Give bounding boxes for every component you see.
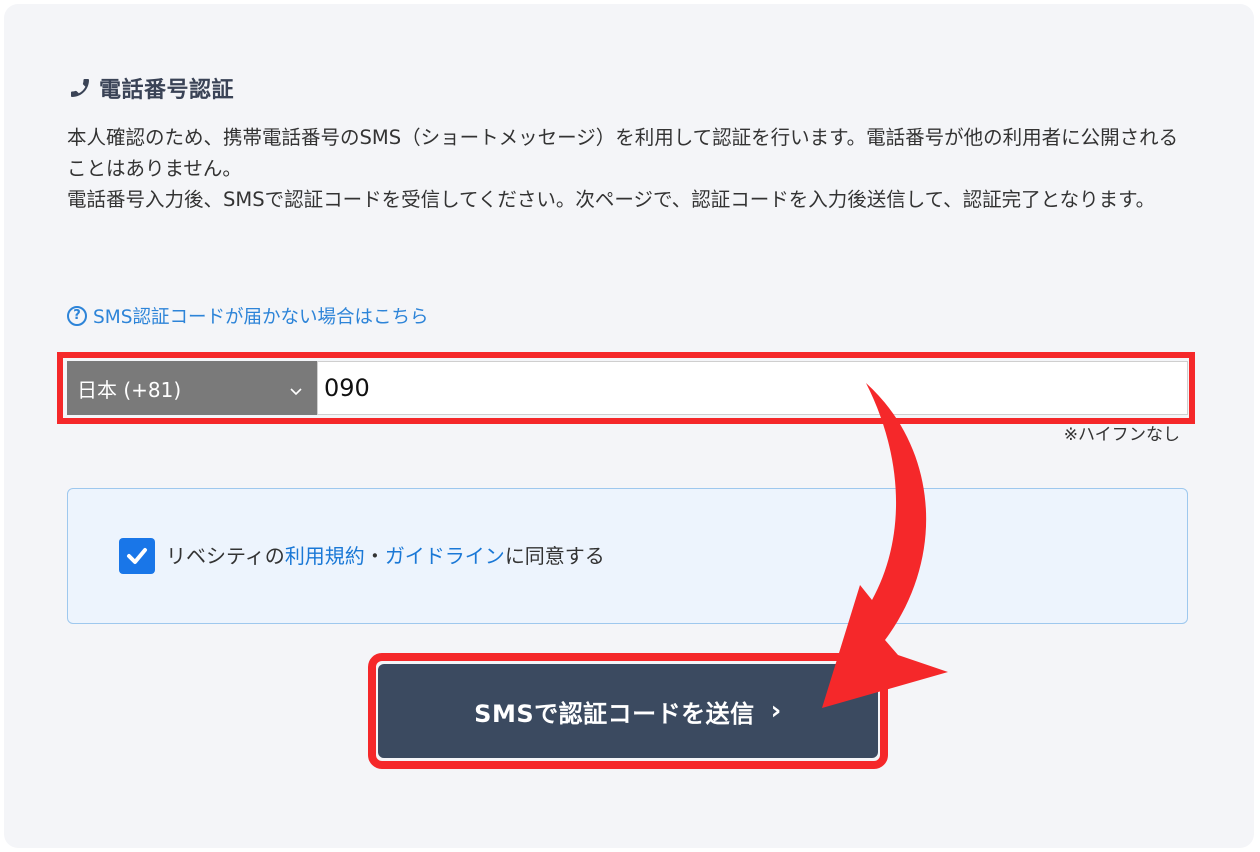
description: 本人確認のため、携帯電話番号のSMS（ショートメッセージ）を利用して認証を行いま… [67, 122, 1197, 215]
agreement-suffix: に同意する [504, 544, 605, 568]
checkmark-icon [127, 548, 147, 564]
description-line-1: 本人確認のため、携帯電話番号のSMS（ショートメッセージ）を利用して認証を行いま… [67, 126, 1179, 180]
terms-link[interactable]: 利用規約 [285, 544, 365, 568]
country-code-value: 日本 (+81) [77, 377, 182, 402]
send-sms-code-button[interactable]: SMSで認証コードを送信 › [378, 664, 878, 758]
phone-number-input[interactable]: 090 [317, 361, 1188, 415]
hyphen-note: ※ハイフンなし [1063, 425, 1180, 445]
phone-icon [67, 75, 93, 101]
country-code-select[interactable]: 日本 (+81) [67, 361, 317, 415]
description-line-2: 電話番号入力後、SMSで認証コードを受信してください。次ページで、認証コードを入… [67, 188, 1156, 211]
sms-help-link-label: SMS認証コードが届かない場合はこちら [93, 307, 429, 328]
guideline-link[interactable]: ガイドライン [385, 544, 505, 568]
chevron-right-icon: › [770, 696, 782, 726]
agreement-prefix: リベシティの [166, 544, 285, 568]
agreement-checkbox[interactable] [119, 538, 155, 574]
agreement-separator: ・ [364, 544, 385, 568]
agreement-box: リベシティの利用規約・ガイドラインに同意する [67, 488, 1188, 624]
chevron-down-icon [289, 379, 303, 396]
question-circle-icon: ? [67, 306, 87, 326]
section-title: 電話番号認証 [99, 78, 235, 103]
sms-help-link[interactable]: ? SMS認証コードが届かない場合はこちら [67, 302, 428, 330]
phone-number-value: 090 [324, 374, 370, 402]
send-sms-code-label: SMSで認証コードを送信 [474, 699, 755, 728]
agreement-label: リベシティの利用規約・ガイドラインに同意する [166, 541, 605, 571]
section-header: 電話番号認証 [67, 72, 234, 104]
